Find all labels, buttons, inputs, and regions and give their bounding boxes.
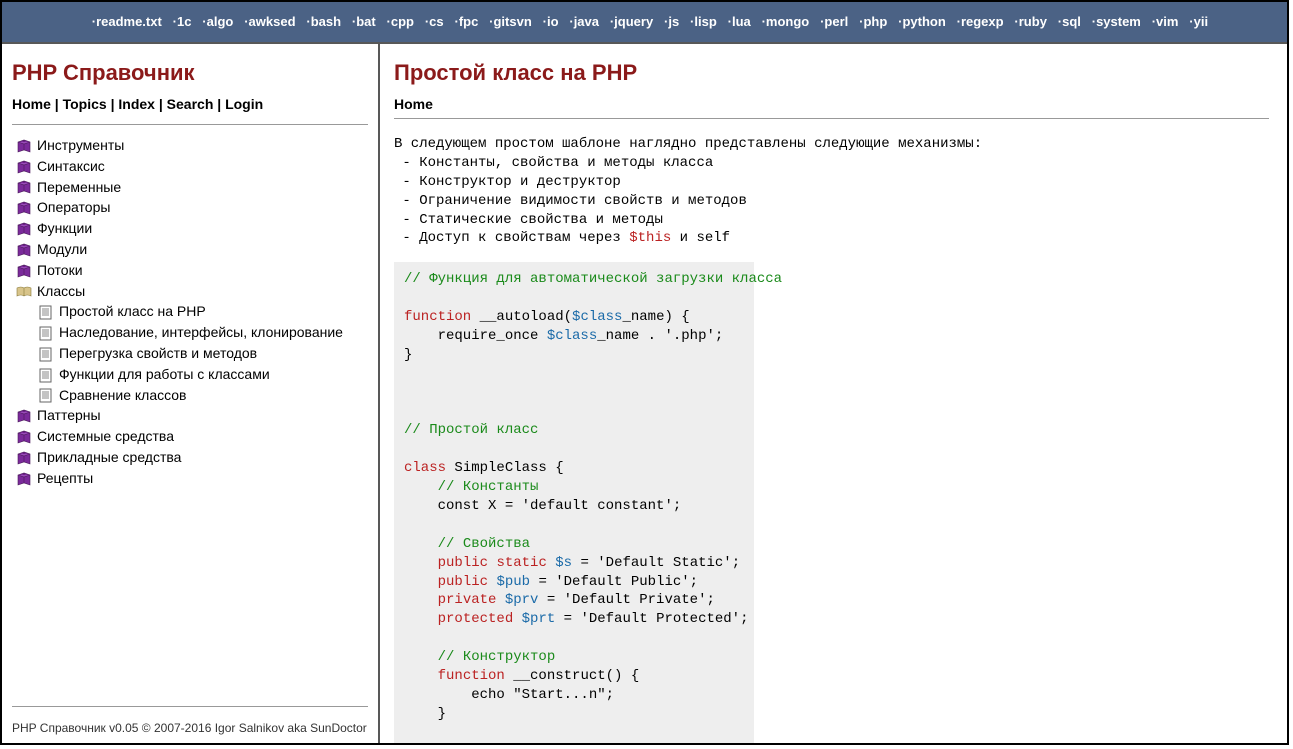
topnav-link[interactable]: sql [1062,14,1081,29]
tree-label: Паттерны [37,407,101,423]
topnav-link[interactable]: bash [311,14,341,29]
tree-label: Переменные [37,179,121,195]
tree-category[interactable]: Инструменты [12,135,368,156]
tree-page[interactable]: Наследование, интерфейсы, клонирование [12,322,368,343]
topnav-link[interactable]: vim [1156,14,1178,29]
tree-category[interactable]: Паттерны [12,405,368,426]
tree-category[interactable]: Модули [12,239,368,260]
divider [394,118,1269,119]
divider [12,706,368,707]
book-icon [16,201,32,216]
topnav-link[interactable]: lua [732,14,751,29]
intro-text: В следующем простом шаблоне наглядно пре… [394,135,1269,248]
book-icon [16,243,32,258]
topnav-link[interactable]: bat [356,14,376,29]
topnav-link[interactable]: cs [429,14,443,29]
divider [12,124,368,125]
tree-label: Синтаксис [37,158,105,174]
tree-label: Простой класс на PHP [59,303,206,319]
tree-label: Функции [37,220,92,236]
tree-label: Перегрузка свойств и методов [59,345,257,361]
book-icon [16,139,32,154]
sidebar-footer: PHP Справочник v0.05 © 2007-2016 Igor Sa… [12,717,368,735]
sidebar-tree: Инструменты Синтаксис Переменные Операторы Ф… [12,135,368,700]
top-nav: ·readme.txt ·1c ·algo ·awksed ·bash ·bat… [2,2,1287,44]
tree-label: Классы [37,283,85,299]
sidebar-nav-link[interactable]: Topics [63,96,107,112]
page-title: Простой класс на PHP [394,60,1269,86]
topnav-link[interactable]: yii [1194,14,1208,29]
page-icon [38,388,54,403]
page-icon [38,368,54,383]
sidebar-nav: Home | Topics | Index | Search | Login [12,96,368,112]
app-frame: ·readme.txt ·1c ·algo ·awksed ·bash ·bat… [0,0,1289,745]
topnav-link[interactable]: jquery [614,14,653,29]
content-row: PHP Справочник Home | Topics | Index | S… [2,44,1287,743]
topnav-link[interactable]: cpp [391,14,414,29]
sidebar-title: PHP Справочник [12,60,368,86]
topnav-link[interactable]: 1c [177,14,191,29]
topnav-link[interactable]: regexp [961,14,1004,29]
book-icon [16,160,32,175]
topnav-link[interactable]: perl [824,14,848,29]
book-icon [16,264,32,279]
book-icon [16,180,32,195]
tree-page[interactable]: Простой класс на PHP [12,301,368,322]
tree-category[interactable]: Системные средства [12,426,368,447]
topnav-link[interactable]: fpc [459,14,479,29]
main-content[interactable]: Простой класс на PHP Home В следующем пр… [380,44,1287,743]
book-icon [16,472,32,487]
tree-category[interactable]: Операторы [12,197,368,218]
sidebar-nav-link[interactable]: Index [118,96,155,112]
tree-label: Инструменты [37,137,124,153]
page-icon [38,326,54,341]
tree-label: Функции для работы с классами [59,366,270,382]
topnav-link[interactable]: system [1096,14,1141,29]
topnav-link[interactable]: ruby [1019,14,1047,29]
tree-label: Операторы [37,199,110,215]
topnav-link[interactable]: io [547,14,559,29]
topnav-link[interactable]: gitsvn [493,14,531,29]
tree-label: Модули [37,241,87,257]
tree-page[interactable]: Сравнение классов [12,385,368,406]
tree-label: Прикладные средства [37,449,181,465]
book-icon [16,409,32,424]
page-icon [38,347,54,362]
tree-category[interactable]: Потоки [12,260,368,281]
topnav-link[interactable]: awksed [249,14,296,29]
tree-category[interactable]: Рецепты [12,468,368,489]
tree-label: Потоки [37,262,83,278]
tree-label: Сравнение классов [59,387,186,403]
tree-category[interactable]: Функции [12,218,368,239]
page-icon [38,305,54,320]
topnav-link[interactable]: lisp [694,14,716,29]
topnav-link[interactable]: python [902,14,945,29]
tree-label: Системные средства [37,428,174,444]
sidebar: PHP Справочник Home | Topics | Index | S… [2,44,380,743]
tree-label: Наследование, интерфейсы, клонирование [59,324,343,340]
open-book-icon [16,284,32,299]
book-icon [16,222,32,237]
tree-page[interactable]: Перегрузка свойств и методов [12,343,368,364]
book-icon [16,430,32,445]
topnav-link[interactable]: java [574,14,599,29]
tree-category[interactable]: Переменные [12,177,368,198]
home-link[interactable]: Home [394,96,433,112]
tree-label: Рецепты [37,470,93,486]
code-block: // Функция для автоматической загрузки к… [394,262,754,743]
topnav-link[interactable]: algo [207,14,234,29]
topnav-link[interactable]: php [863,14,887,29]
tree-page[interactable]: Функции для работы с классами [12,364,368,385]
topnav-link[interactable]: readme.txt [96,14,162,29]
tree-category-open[interactable]: Классы [12,281,368,302]
sidebar-nav-link[interactable]: Search [167,96,214,112]
tree-category[interactable]: Прикладные средства [12,447,368,468]
sidebar-nav-link[interactable]: Home [12,96,51,112]
book-icon [16,451,32,466]
topnav-link[interactable]: mongo [766,14,809,29]
topnav-link[interactable]: js [668,14,679,29]
sidebar-nav-link[interactable]: Login [225,96,263,112]
tree-category[interactable]: Синтаксис [12,156,368,177]
